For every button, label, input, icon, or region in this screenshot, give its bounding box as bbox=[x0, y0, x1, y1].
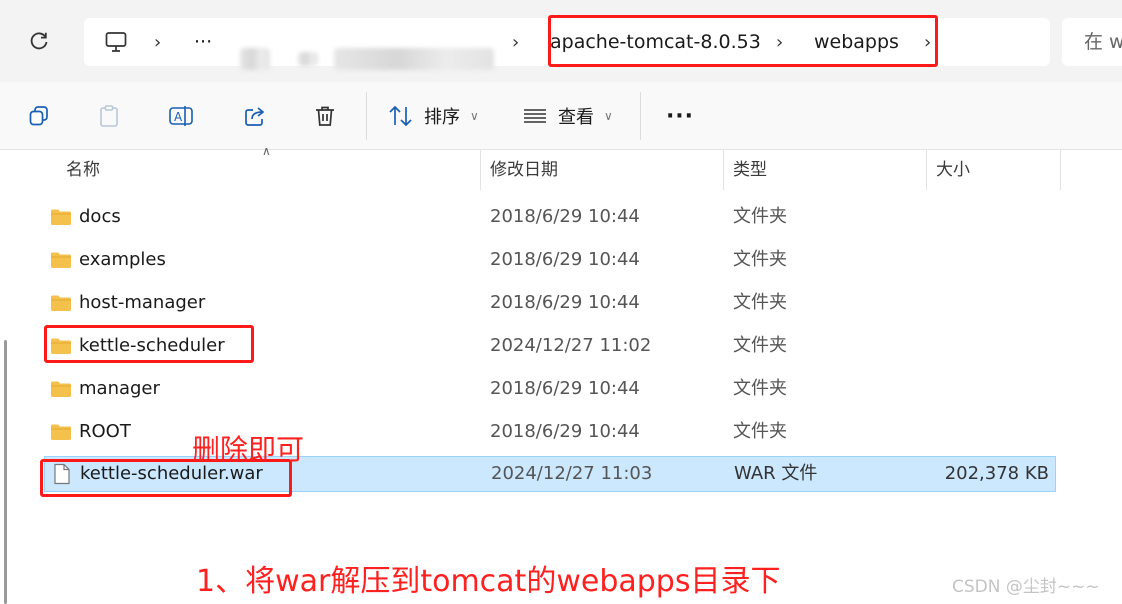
refresh-icon bbox=[30, 32, 48, 50]
file-modified: 2018/6/29 10:44 bbox=[490, 378, 640, 399]
toolbar-divider bbox=[366, 92, 367, 140]
rename-icon: A bbox=[169, 106, 193, 126]
file-row-docs[interactable]: docs 2018/6/29 10:44 文件夹 bbox=[44, 197, 1056, 237]
share-icon bbox=[245, 107, 265, 126]
file-name: examples bbox=[79, 249, 166, 270]
file-type: 文件夹 bbox=[733, 249, 787, 270]
trash-icon bbox=[316, 106, 334, 126]
file-name: docs bbox=[79, 206, 121, 227]
view-label: 查看 bbox=[558, 107, 594, 128]
sort-icon bbox=[389, 105, 412, 127]
column-divider[interactable] bbox=[1060, 150, 1061, 190]
column-header-type[interactable]: 类型 bbox=[733, 150, 767, 190]
svg-text:A: A bbox=[174, 110, 183, 124]
chevron-right-icon[interactable]: › bbox=[924, 18, 931, 66]
folder-icon bbox=[51, 295, 71, 311]
toolbar-divider bbox=[640, 92, 641, 140]
file-modified: 2018/6/29 10:44 bbox=[490, 249, 640, 270]
breadcrumb-webapps[interactable]: webapps bbox=[814, 18, 899, 66]
column-divider[interactable] bbox=[723, 150, 724, 190]
column-header-size[interactable]: 大小 bbox=[936, 150, 970, 190]
vertical-scrollbar[interactable] bbox=[4, 340, 7, 604]
search-input[interactable]: 在 w bbox=[1062, 18, 1122, 66]
sort-label: 排序 bbox=[424, 107, 460, 128]
watermark: CSDN @尘封~~~ bbox=[952, 577, 1100, 597]
file-row-examples[interactable]: examples 2018/6/29 10:44 文件夹 bbox=[44, 240, 1056, 280]
refresh-button[interactable] bbox=[22, 24, 56, 58]
share-button[interactable] bbox=[238, 98, 272, 134]
annotation-step-note: 1、将war解压到tomcat的webapps目录下 bbox=[196, 564, 781, 599]
address-bar-row: › ··· › apache-tomcat-8.0.53 › webapps ›… bbox=[0, 0, 1122, 82]
this-pc-button[interactable] bbox=[104, 18, 128, 66]
chevron-right-icon[interactable]: › bbox=[154, 18, 161, 66]
file-modified: 2018/6/29 10:44 bbox=[490, 292, 640, 313]
file-type: 文件夹 bbox=[733, 335, 787, 356]
file-size: 202,378 KB bbox=[944, 463, 1049, 484]
monitor-icon bbox=[105, 32, 127, 52]
file-modified: 2024/12/27 11:02 bbox=[490, 335, 652, 356]
view-button[interactable]: 查看 ∨ bbox=[522, 98, 613, 134]
folder-icon bbox=[51, 338, 71, 354]
file-name: kettle-scheduler bbox=[79, 335, 225, 356]
file-modified: 2018/6/29 10:44 bbox=[490, 421, 640, 442]
file-row-kettle-scheduler[interactable]: kettle-scheduler 2024/12/27 11:02 文件夹 bbox=[44, 326, 1056, 366]
file-list: ∧ 名称 修改日期 类型 大小 docs 2018/6/29 10:44 文件夹… bbox=[18, 144, 1122, 604]
blurred-segment bbox=[240, 48, 270, 70]
address-box[interactable]: › ··· › apache-tomcat-8.0.53 › webapps › bbox=[84, 18, 1050, 70]
delete-button[interactable] bbox=[308, 98, 342, 134]
sort-ascending-icon: ∧ bbox=[262, 144, 271, 158]
chevron-right-icon[interactable]: › bbox=[776, 18, 783, 66]
file-name: manager bbox=[79, 378, 160, 399]
clipboard-icon bbox=[100, 105, 118, 127]
file-type: 文件夹 bbox=[733, 206, 787, 227]
copy-icon bbox=[29, 106, 48, 126]
blurred-segment bbox=[298, 52, 318, 66]
file-icon bbox=[54, 463, 70, 485]
file-type: 文件夹 bbox=[733, 292, 787, 313]
folder-icon bbox=[51, 381, 71, 397]
annotation-delete-note: 删除即可 bbox=[192, 433, 305, 466]
column-header-modified[interactable]: 修改日期 bbox=[490, 150, 558, 190]
file-type: WAR 文件 bbox=[734, 463, 818, 484]
breadcrumb-apache-tomcat[interactable]: apache-tomcat-8.0.53 bbox=[550, 18, 761, 66]
copy-button[interactable] bbox=[22, 98, 56, 134]
column-header-name[interactable]: 名称 bbox=[66, 150, 100, 190]
folder-icon bbox=[51, 424, 71, 440]
rename-button[interactable]: A bbox=[164, 98, 198, 134]
more-locations-button[interactable]: ··· bbox=[194, 18, 212, 66]
column-header-row: ∧ 名称 修改日期 类型 大小 bbox=[18, 144, 1122, 190]
sort-button[interactable]: 排序 ∨ bbox=[388, 98, 479, 134]
chevron-down-icon: ∨ bbox=[470, 109, 479, 123]
file-modified: 2018/6/29 10:44 bbox=[490, 206, 640, 227]
file-row-host-manager[interactable]: host-manager 2018/6/29 10:44 文件夹 bbox=[44, 283, 1056, 323]
more-options-button[interactable]: ··· bbox=[660, 98, 700, 134]
column-divider[interactable] bbox=[926, 150, 927, 190]
file-modified: 2024/12/27 11:03 bbox=[491, 463, 653, 484]
column-divider[interactable] bbox=[480, 150, 481, 190]
blurred-segment bbox=[334, 48, 494, 70]
file-type: 文件夹 bbox=[733, 421, 787, 442]
file-name: host-manager bbox=[79, 292, 206, 313]
file-row-manager[interactable]: manager 2018/6/29 10:44 文件夹 bbox=[44, 369, 1056, 409]
list-view-icon bbox=[524, 109, 546, 123]
folder-icon bbox=[51, 209, 71, 225]
paste-button[interactable] bbox=[92, 98, 126, 134]
command-toolbar: A 排序 ∨ 查看 ∨ ··· bbox=[0, 82, 1122, 150]
file-type: 文件夹 bbox=[733, 378, 787, 399]
file-name: ROOT bbox=[79, 421, 131, 442]
folder-icon bbox=[51, 252, 71, 268]
chevron-right-icon[interactable]: › bbox=[512, 18, 519, 66]
chevron-down-icon: ∨ bbox=[604, 109, 613, 123]
